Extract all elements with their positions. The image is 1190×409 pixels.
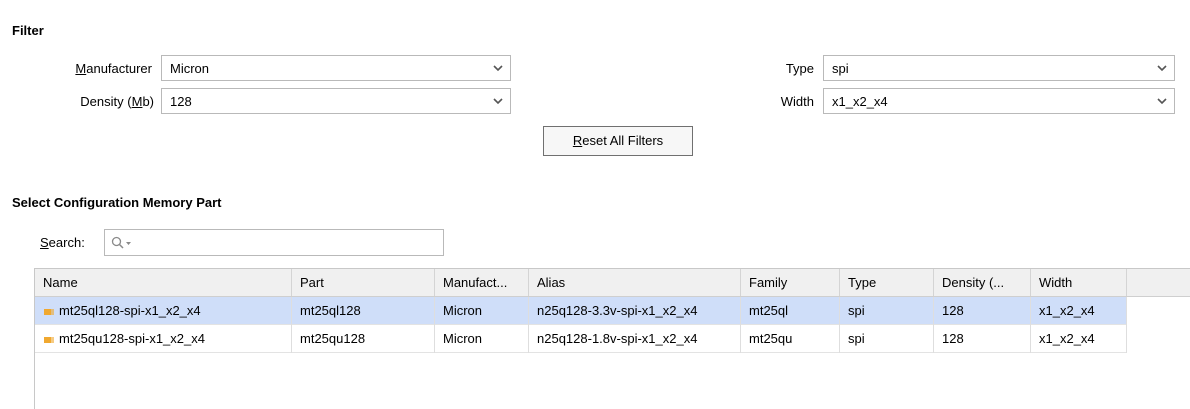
width-label: Width xyxy=(780,94,814,109)
density-label-pre: Density ( xyxy=(80,94,132,109)
column-header-type[interactable]: Type xyxy=(840,269,934,296)
memory-chip-icon xyxy=(44,308,54,315)
row-type: spi xyxy=(840,325,934,353)
column-header-density[interactable]: Density (... xyxy=(934,269,1031,296)
select-part-section-title: Select Configuration Memory Part xyxy=(12,195,222,210)
memory-part-table: Name Part Manufact... Alias Family Type … xyxy=(34,268,1190,409)
row-alias: n25q128-1.8v-spi-x1_x2_x4 xyxy=(529,325,741,353)
density-label-accel: M xyxy=(131,94,143,109)
row-name-cell: mt25qu128-spi-x1_x2_x4 xyxy=(35,325,292,353)
column-header-alias[interactable]: Alias xyxy=(529,269,741,296)
reset-label-rest: eset All Filters xyxy=(582,133,664,148)
type-dropdown[interactable]: spi xyxy=(823,55,1175,81)
column-header-family[interactable]: Family xyxy=(741,269,840,296)
density-value: 128 xyxy=(170,94,192,109)
reset-all-filters-button[interactable]: Reset All Filters xyxy=(543,126,693,156)
table-row[interactable]: mt25qu128-spi-x1_x2_x4 mt25qu128 Micron … xyxy=(35,325,1127,353)
row-manufacturer: Micron xyxy=(435,297,529,325)
width-value: x1_x2_x4 xyxy=(832,94,888,109)
row-density: 128 xyxy=(934,297,1031,325)
chevron-down-icon xyxy=(493,65,503,72)
type-value: spi xyxy=(832,61,849,76)
column-header-manufacturer[interactable]: Manufact... xyxy=(435,269,529,296)
type-label: Type xyxy=(785,61,814,76)
density-label-post: b) xyxy=(142,94,154,109)
density-dropdown[interactable]: 128 xyxy=(161,88,511,114)
search-input[interactable] xyxy=(104,229,444,256)
filter-section-title: Filter xyxy=(12,23,44,38)
manufacturer-label-accel: M xyxy=(75,61,87,76)
chevron-down-icon xyxy=(1157,65,1167,72)
row-part: mt25ql128 xyxy=(292,297,435,325)
row-family: mt25ql xyxy=(741,297,840,325)
row-name-cell: mt25ql128-spi-x1_x2_x4 xyxy=(35,297,292,325)
table-row[interactable]: mt25ql128-spi-x1_x2_x4 mt25ql128 Micron … xyxy=(35,297,1127,325)
manufacturer-dropdown[interactable]: Micron xyxy=(161,55,511,81)
row-width: x1_x2_x4 xyxy=(1031,325,1127,353)
search-icon[interactable] xyxy=(111,236,135,250)
row-density: 128 xyxy=(934,325,1031,353)
density-label: Density (Mb) xyxy=(40,94,154,109)
table-header: Name Part Manufact... Alias Family Type … xyxy=(35,269,1190,297)
manufacturer-value: Micron xyxy=(170,61,210,76)
manufacturer-label: Manufacturer xyxy=(40,61,152,76)
row-part: mt25qu128 xyxy=(292,325,435,353)
width-dropdown[interactable]: x1_x2_x4 xyxy=(823,88,1175,114)
column-header-part[interactable]: Part xyxy=(292,269,435,296)
row-name: mt25qu128-spi-x1_x2_x4 xyxy=(59,331,205,346)
row-manufacturer: Micron xyxy=(435,325,529,353)
search-label-rest: earch: xyxy=(48,235,85,250)
column-header-name[interactable]: Name xyxy=(35,269,292,296)
memory-chip-icon xyxy=(44,336,54,343)
row-type: spi xyxy=(840,297,934,325)
chevron-down-icon xyxy=(493,98,503,105)
row-name: mt25ql128-spi-x1_x2_x4 xyxy=(59,303,201,318)
row-family: mt25qu xyxy=(741,325,840,353)
row-alias: n25q128-3.3v-spi-x1_x2_x4 xyxy=(529,297,741,325)
manufacturer-label-rest: anufacturer xyxy=(86,61,152,76)
chevron-down-icon xyxy=(1157,98,1167,105)
search-label-accel: S xyxy=(40,235,49,250)
column-header-width[interactable]: Width xyxy=(1031,269,1127,296)
search-label: Search: xyxy=(40,235,85,250)
reset-accel: R xyxy=(572,133,583,148)
row-width: x1_x2_x4 xyxy=(1031,297,1127,325)
